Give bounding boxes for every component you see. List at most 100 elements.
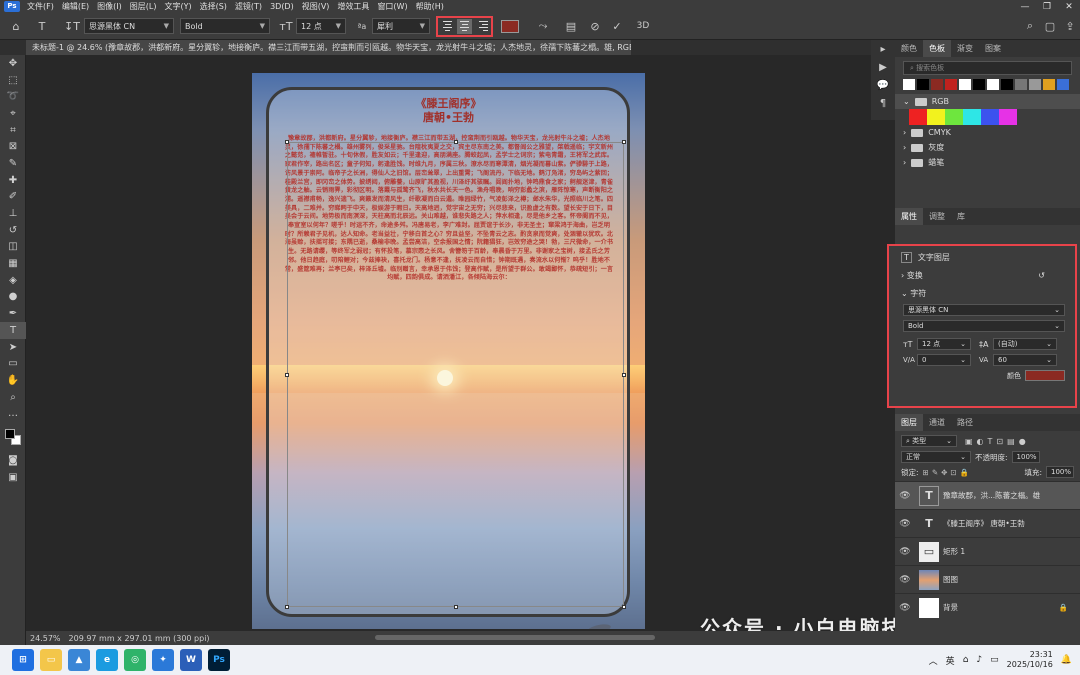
color-swatch[interactable] — [931, 79, 943, 90]
document-tab[interactable]: 未标题-1 @ 24.6% (豫章故郡，洪都新府。星分翼轸，地接衡庐。襟三江而带… — [26, 40, 631, 55]
crop-tool-icon[interactable]: ⌗ — [0, 122, 26, 139]
tab-gradients[interactable]: 渐变 — [951, 40, 979, 57]
menu-layer[interactable]: 图层(L) — [126, 1, 161, 12]
zoom-tool-icon[interactable]: ⌕ — [0, 389, 26, 406]
eyedropper-tool-icon[interactable]: ✎ — [0, 155, 26, 172]
resize-handle[interactable] — [285, 373, 289, 377]
tab-libraries[interactable]: 库 — [951, 208, 971, 225]
gradient-tool-icon[interactable]: ▦ — [0, 255, 26, 272]
rgb-color-swatch[interactable] — [999, 109, 1017, 125]
document-size-info[interactable]: 209.97 mm x 297.01 mm (300 ppi) — [69, 634, 210, 643]
network-icon[interactable]: ⌂ — [963, 655, 969, 665]
rgb-color-swatch[interactable] — [909, 109, 927, 125]
eye-icon[interactable]: 👁 — [895, 519, 915, 529]
history-panel-icon[interactable]: ▸ — [871, 40, 895, 58]
photoshop-taskbar-icon[interactable]: Ps — [208, 649, 230, 671]
swatch-group-pastel[interactable]: › 蜡笔 — [895, 155, 1080, 170]
menu-plugins[interactable]: 增效工具 — [333, 1, 373, 12]
frame-tool-icon[interactable]: ⊠ — [0, 138, 26, 155]
paragraph-icon[interactable]: ¶ — [871, 94, 895, 112]
resize-handle[interactable] — [285, 605, 289, 609]
maximize-icon[interactable]: ❐ — [1036, 2, 1058, 12]
poem-title-block[interactable]: 《滕王阁序》 唐朝•王勃 — [252, 97, 645, 125]
comment-icon[interactable]: 💬 — [871, 76, 895, 94]
app-icon[interactable]: ✦ — [152, 649, 174, 671]
resize-handle[interactable] — [454, 605, 458, 609]
more-tools-icon[interactable]: … — [0, 405, 26, 422]
color-swatch[interactable] — [1001, 79, 1013, 90]
eye-icon[interactable]: 👁 — [895, 491, 915, 501]
blend-mode-select[interactable]: 正常 ⌄ — [901, 451, 971, 463]
history-brush-tool-icon[interactable]: ↺ — [0, 222, 26, 239]
hand-tool-icon[interactable]: ✋ — [0, 372, 26, 389]
lasso-tool-icon[interactable]: ➰ — [0, 88, 26, 105]
layer-row-body-text[interactable]: 👁 T 豫章故郡，洪...陈蕃之榻。雄 — [895, 481, 1080, 509]
home-icon[interactable]: ⌂ — [6, 17, 26, 35]
volume-icon[interactable]: ♪ — [976, 655, 982, 665]
layer-row-title-text[interactable]: 👁 T 《滕王阁序》 唐朝•王勃 — [895, 509, 1080, 537]
quick-mask-icon[interactable]: ◙ — [0, 452, 26, 469]
warp-text-icon[interactable]: ⤳ — [533, 17, 553, 35]
lock-icons[interactable]: ⊞✎✥⊡🔒 — [923, 468, 972, 477]
swatch-search-input[interactable]: ⌕ 搜索色板 — [903, 61, 1072, 75]
menu-type[interactable]: 文字(Y) — [160, 1, 195, 12]
workspace-icon[interactable]: ▢ — [1040, 17, 1060, 35]
type-tool-icon[interactable]: T — [0, 322, 26, 339]
move-tool-icon[interactable]: ✥ — [0, 55, 26, 72]
tab-color[interactable]: 颜色 — [895, 40, 923, 57]
chrome-icon[interactable]: ◎ — [124, 649, 146, 671]
cancel-icon[interactable]: ⊘ — [585, 17, 605, 35]
tray-chevron-icon[interactable]: ︿ — [929, 654, 938, 667]
props-size-field[interactable]: 12 点 ⌄ — [917, 338, 971, 350]
reset-icon[interactable]: ↺ — [1038, 271, 1045, 280]
ime-indicator[interactable]: 英 — [946, 654, 955, 667]
rgb-color-swatch[interactable] — [927, 109, 945, 125]
color-swatch[interactable] — [1043, 79, 1055, 90]
menu-edit[interactable]: 编辑(E) — [58, 1, 93, 12]
character-panel-icon[interactable]: ▤ — [561, 17, 581, 35]
rectangle-tool-icon[interactable]: ▭ — [0, 355, 26, 372]
type-tool-icon[interactable]: T — [32, 17, 52, 35]
screen-mode-icon[interactable]: ▣ — [0, 469, 26, 486]
edge-icon[interactable]: e — [96, 649, 118, 671]
tab-layers[interactable]: 图层 — [895, 414, 923, 431]
color-swatch[interactable] — [1057, 79, 1069, 90]
font-style-select[interactable]: Bold ▼ — [180, 18, 270, 34]
resize-handle[interactable] — [285, 140, 289, 144]
resize-handle[interactable] — [622, 140, 626, 144]
text-orientation-icon[interactable]: ↧T — [62, 17, 82, 35]
color-swatch[interactable] — [959, 79, 971, 90]
props-tracking-field[interactable]: 60 ⌄ — [993, 354, 1057, 366]
menu-image[interactable]: 图像(I) — [93, 1, 126, 12]
rgb-color-swatch[interactable] — [963, 109, 981, 125]
resize-handle[interactable] — [622, 605, 626, 609]
close-icon[interactable]: ✕ — [1058, 2, 1080, 12]
swatch-group-grayscale[interactable]: › 灰度 — [895, 140, 1080, 155]
healing-brush-tool-icon[interactable]: ✚ — [0, 172, 26, 189]
swatch-group-rgb[interactable]: ⌄ RGB — [895, 94, 1080, 109]
clock[interactable]: 23:31 2025/10/16 — [1007, 650, 1053, 670]
menu-help[interactable]: 帮助(H) — [412, 1, 448, 12]
layer-row-image[interactable]: 👁 ▣ 图图 — [895, 565, 1080, 593]
pen-tool-icon[interactable]: ✒ — [0, 305, 26, 322]
text-color-swatch[interactable] — [501, 19, 519, 33]
tab-adjustments[interactable]: 调整 — [923, 208, 951, 225]
share-icon[interactable]: ⇪ — [1060, 17, 1080, 35]
tab-patterns[interactable]: 图案 — [979, 40, 1007, 57]
eraser-tool-icon[interactable]: ◫ — [0, 239, 26, 256]
props-color-swatch[interactable] — [1025, 370, 1065, 381]
tab-properties[interactable]: 属性 — [895, 208, 923, 225]
color-swatch[interactable] — [945, 79, 957, 90]
layer-row-rectangle[interactable]: 👁 ▭ 矩形 1 — [895, 537, 1080, 565]
photos-icon[interactable]: ▲ — [68, 649, 90, 671]
resize-handle[interactable] — [622, 373, 626, 377]
eye-icon[interactable]: 👁 — [895, 547, 915, 557]
tab-swatches[interactable]: 色板 — [923, 40, 951, 57]
color-swatch[interactable] — [903, 79, 915, 90]
color-swatch[interactable] — [1029, 79, 1041, 90]
file-explorer-icon[interactable]: ▭ — [40, 649, 62, 671]
word-icon[interactable]: W — [180, 649, 202, 671]
eye-icon[interactable]: 👁 — [895, 575, 915, 585]
swatch-group-cmyk[interactable]: › CMYK — [895, 125, 1080, 140]
zoom-level[interactable]: 24.57% — [30, 634, 61, 643]
